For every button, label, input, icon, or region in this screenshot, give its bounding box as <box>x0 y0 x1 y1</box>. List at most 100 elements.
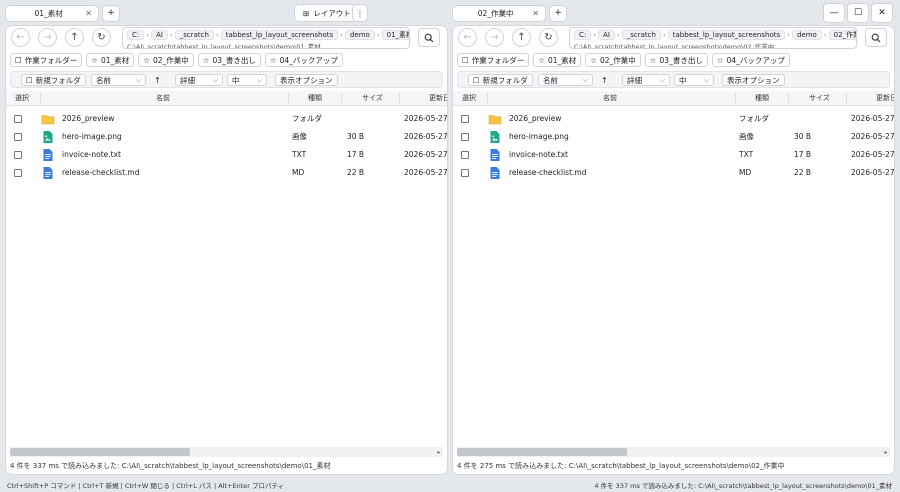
column-name[interactable]: 名前 <box>603 91 617 106</box>
back-button[interactable]: ← <box>458 28 477 47</box>
table-row[interactable]: 2026_preview フォルダ 2026-05-27 1 <box>453 110 894 128</box>
row-checkbox[interactable] <box>14 169 22 177</box>
table-row[interactable]: release-checklist.md MD 22 B 2026-05-27 … <box>6 164 447 182</box>
bookmark-04[interactable]: ☆ 04_バックアップ <box>711 53 790 67</box>
bookmark-work-folder[interactable]: ☐ 作業フォルダー <box>457 53 530 67</box>
view-mode-select[interactable]: 詳細 ⌵ <box>175 74 223 86</box>
horizontal-scrollbar[interactable]: ▸ <box>457 447 890 457</box>
column-divider[interactable] <box>487 93 488 104</box>
new-folder-button[interactable]: ☐ 新規フォルダ <box>21 74 86 86</box>
sort-field-select[interactable]: 名前 ⌵ <box>91 74 146 86</box>
bookmark-work-folder[interactable]: ☐ 作業フォルダー <box>10 53 83 67</box>
column-select[interactable]: 選択 <box>15 91 29 106</box>
column-name[interactable]: 名前 <box>156 91 170 106</box>
sort-direction-button[interactable]: ↑ <box>601 74 608 86</box>
row-checkbox[interactable] <box>461 151 469 159</box>
scrollbar-thumb[interactable] <box>457 448 627 456</box>
column-select[interactable]: 選択 <box>462 91 476 106</box>
column-modified[interactable]: 更新日 <box>429 91 447 106</box>
breadcrumb-item[interactable]: demo <box>344 30 375 40</box>
address-bar[interactable]: C: › AI › _scratch › tabbest_lp_layout_scre… <box>122 27 410 49</box>
table-row[interactable]: release-checklist.md MD 22 B 2026-05-27 … <box>453 164 894 182</box>
breadcrumb-item[interactable]: AI <box>598 30 615 40</box>
row-checkbox[interactable] <box>14 151 22 159</box>
column-divider[interactable] <box>40 93 41 104</box>
close-tab-icon[interactable]: ✕ <box>85 9 92 18</box>
breadcrumb-item[interactable]: C: <box>127 30 145 40</box>
bookmark-02[interactable]: ☆ 02_作業中 <box>585 53 641 67</box>
column-size[interactable]: サイズ <box>362 91 383 106</box>
breadcrumb-item[interactable]: _scratch <box>621 30 661 40</box>
row-checkbox[interactable] <box>461 115 469 123</box>
bookmark-03[interactable]: ☆ 03_書き出し <box>197 53 261 67</box>
minimize-button[interactable]: — <box>824 4 844 22</box>
scroll-right-icon[interactable]: ▸ <box>882 447 890 457</box>
column-modified[interactable]: 更新日 <box>876 91 894 106</box>
scrollbar-thumb[interactable] <box>10 448 190 456</box>
layout-button[interactable]: ⊞ レイアウト <box>295 5 359 21</box>
forward-button[interactable]: → <box>485 28 504 47</box>
more-menu-button[interactable]: ⋮ <box>353 5 367 21</box>
sort-field-select[interactable]: 名前 ⌵ <box>538 74 593 86</box>
tab-right-active[interactable]: 02_作業中 ✕ <box>453 5 545 21</box>
new-folder-button[interactable]: ☐ 新規フォルダ <box>468 74 533 86</box>
breadcrumb-item[interactable]: demo <box>791 30 822 40</box>
maximize-button[interactable]: ☐ <box>848 4 868 22</box>
table-row[interactable]: invoice-note.txt TXT 17 B 2026-05-27 1 <box>6 146 447 164</box>
bookmark-03[interactable]: ☆ 03_書き出し <box>644 53 708 67</box>
row-checkbox[interactable] <box>461 169 469 177</box>
column-size[interactable]: サイズ <box>809 91 830 106</box>
refresh-button[interactable]: ↻ <box>92 28 111 47</box>
horizontal-scrollbar[interactable]: ▸ <box>10 447 443 457</box>
row-checkbox[interactable] <box>14 115 22 123</box>
bookmark-label: 04_バックアップ <box>726 55 785 65</box>
view-options-button[interactable]: 表示オプション <box>722 74 785 86</box>
breadcrumb-item[interactable]: AI <box>151 30 168 40</box>
icon-size-select[interactable]: 中 ⌵ <box>674 74 714 86</box>
breadcrumb-item[interactable]: tabbest_lp_layout_screenshots <box>220 30 339 40</box>
table-row[interactable]: hero-image.png 画像 30 B 2026-05-27 1 <box>453 128 894 146</box>
bookmark-01[interactable]: ☆ 01_素材 <box>533 53 582 67</box>
breadcrumb-item[interactable]: 01_素材 <box>381 30 409 40</box>
file-modified: 2026-05-27 1 <box>851 114 894 123</box>
row-checkbox[interactable] <box>461 133 469 141</box>
column-type[interactable]: 種類 <box>755 91 769 106</box>
up-button[interactable]: ↑ <box>65 28 84 47</box>
column-divider[interactable] <box>788 93 789 104</box>
column-divider[interactable] <box>735 93 736 104</box>
table-row[interactable]: 2026_preview フォルダ 2026-05-27 1 <box>6 110 447 128</box>
scroll-right-icon[interactable]: ▸ <box>435 447 443 457</box>
search-button[interactable] <box>865 28 887 47</box>
view-mode-select[interactable]: 詳細 ⌵ <box>622 74 670 86</box>
column-divider[interactable] <box>341 93 342 104</box>
bookmark-02[interactable]: ☆ 02_作業中 <box>138 53 194 67</box>
table-row[interactable]: hero-image.png 画像 30 B 2026-05-27 1 <box>6 128 447 146</box>
column-type[interactable]: 種類 <box>308 91 322 106</box>
bookmark-04[interactable]: ☆ 04_バックアップ <box>264 53 343 67</box>
new-tab-button[interactable]: + <box>103 5 119 21</box>
column-divider[interactable] <box>846 93 847 104</box>
bookmark-01[interactable]: ☆ 01_素材 <box>86 53 135 67</box>
close-window-button[interactable]: ✕ <box>872 4 892 22</box>
icon-size-select[interactable]: 中 ⌵ <box>227 74 267 86</box>
back-button[interactable]: ← <box>11 28 30 47</box>
search-button[interactable] <box>418 28 440 47</box>
breadcrumb-item[interactable]: 02_作業中 <box>828 30 856 40</box>
column-divider[interactable] <box>288 93 289 104</box>
view-options-button[interactable]: 表示オプション <box>275 74 338 86</box>
column-divider[interactable] <box>399 93 400 104</box>
close-tab-icon[interactable]: ✕ <box>532 9 539 18</box>
breadcrumb-item[interactable]: _scratch <box>174 30 214 40</box>
breadcrumb-item[interactable]: tabbest_lp_layout_screenshots <box>667 30 786 40</box>
new-folder-label: 新規フォルダ <box>35 75 81 85</box>
row-checkbox[interactable] <box>14 133 22 141</box>
breadcrumb-item[interactable]: C: <box>574 30 592 40</box>
up-button[interactable]: ↑ <box>512 28 531 47</box>
table-row[interactable]: invoice-note.txt TXT 17 B 2026-05-27 1 <box>453 146 894 164</box>
tab-left-active[interactable]: 01_素材 ✕ <box>6 5 98 21</box>
new-tab-button[interactable]: + <box>550 5 566 21</box>
forward-button[interactable]: → <box>38 28 57 47</box>
address-bar[interactable]: C: › AI › _scratch › tabbest_lp_layout_scre… <box>569 27 857 49</box>
refresh-button[interactable]: ↻ <box>539 28 558 47</box>
sort-direction-button[interactable]: ↑ <box>154 74 161 86</box>
